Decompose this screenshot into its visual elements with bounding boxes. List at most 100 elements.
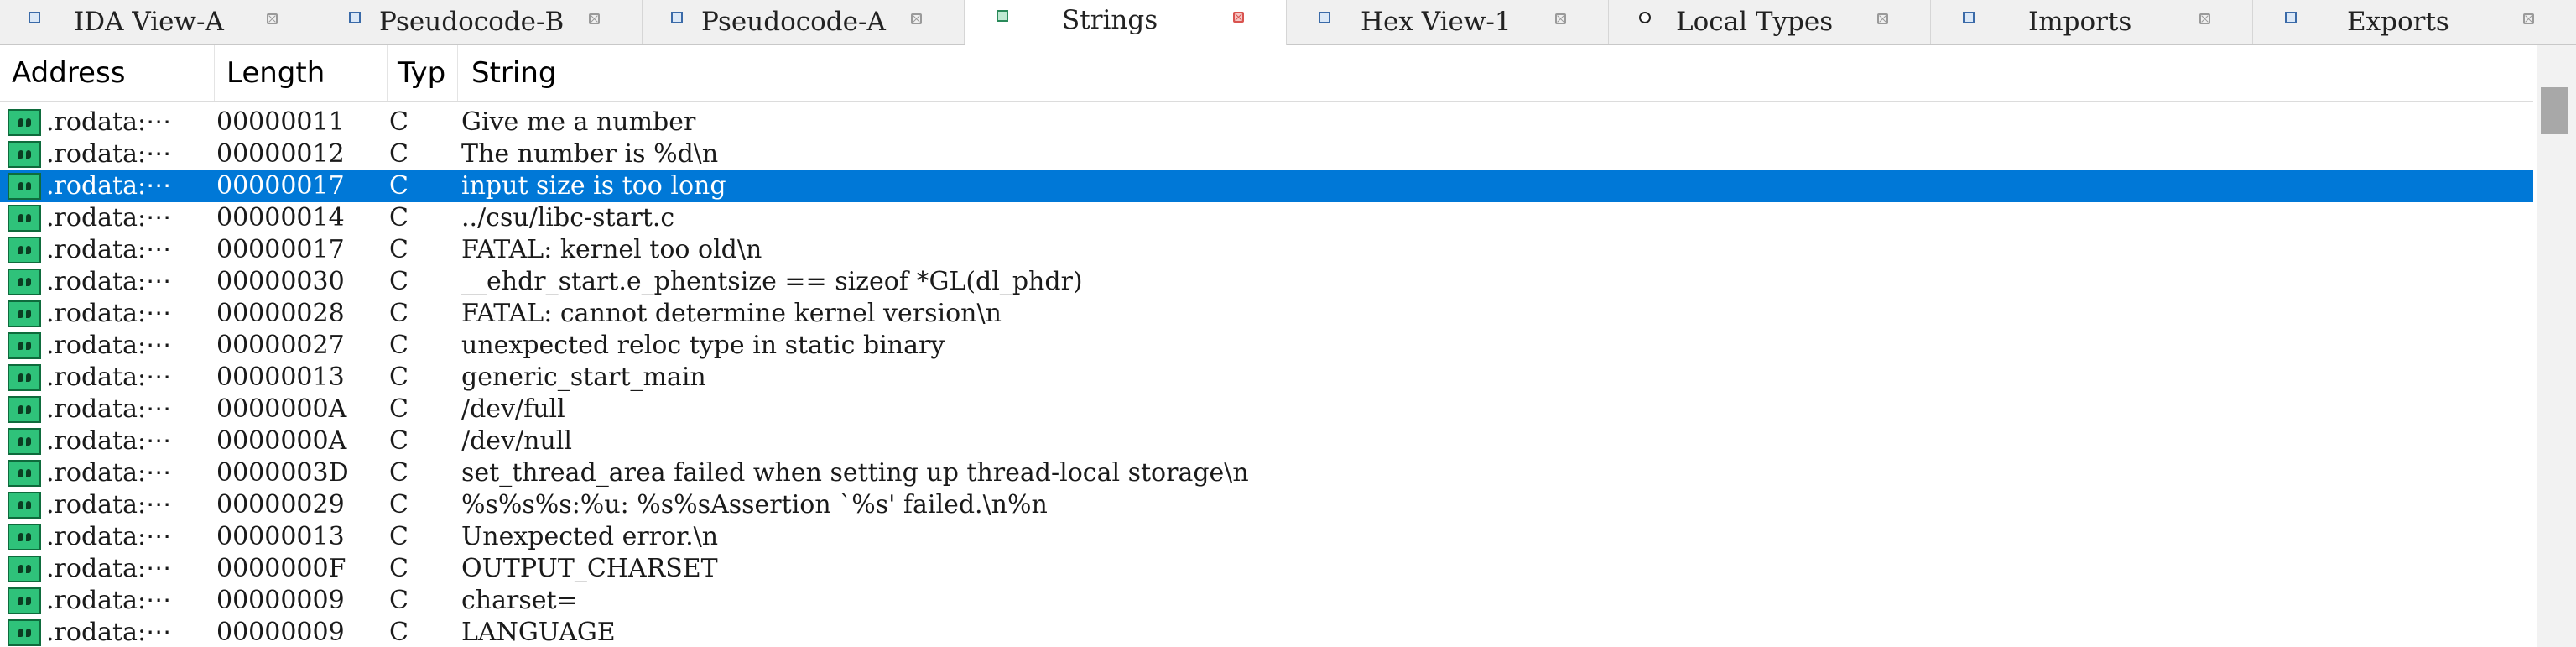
table-row[interactable]: .rodata:⋯ 00000013 C Unexpected error.\n	[0, 521, 2533, 553]
address-cell: .rodata:⋯	[46, 203, 172, 232]
tab-bar: IDA View-A Pseudocode-B Pseudocode-A Str…	[0, 0, 2576, 45]
imports-icon	[1963, 12, 1975, 23]
string-cell: Unexpected error.\n	[461, 522, 719, 551]
table-row[interactable]: .rodata:⋯ 00000029 C %s%s%s:%u: %s%sAsserti…	[0, 489, 2533, 521]
length-cell: 00000014	[216, 203, 345, 232]
type-cell: C	[389, 426, 409, 456]
tab-label: Strings	[1062, 5, 1158, 35]
type-cell: C	[389, 331, 409, 360]
length-cell: 00000009	[216, 618, 345, 647]
address-cell: .rodata:⋯	[46, 171, 172, 201]
string-literal-icon	[8, 300, 41, 327]
length-cell: 00000012	[216, 139, 345, 169]
column-header-type[interactable]: Typ	[388, 45, 458, 101]
type-cell: C	[389, 363, 409, 392]
address-cell: .rodata:⋯	[46, 267, 172, 296]
type-cell: C	[389, 235, 409, 264]
string-literal-icon	[8, 364, 41, 391]
length-cell: 0000000A	[216, 394, 347, 424]
table-row[interactable]: .rodata:⋯ 00000013 Cgeneric_start_main	[0, 362, 2533, 394]
length-cell: 00000013	[216, 522, 345, 551]
strings-table-header: Address Length Typ String	[0, 45, 2533, 102]
close-icon[interactable]	[1877, 13, 1888, 24]
table-row[interactable]: .rodata:⋯ 0000003D Cset_thread_area failed…	[0, 457, 2533, 489]
close-icon[interactable]	[1555, 13, 1566, 24]
table-row[interactable]: .rodata:⋯ 00000012 C The number is %d\n	[0, 138, 2533, 170]
table-row[interactable]: .rodata:⋯ 00000017 C FATAL: kernel too old\…	[0, 234, 2533, 266]
column-header-length[interactable]: Length	[215, 45, 388, 101]
tab-pseudocode-a[interactable]: Pseudocode-A	[643, 0, 965, 44]
table-row[interactable]: .rodata:⋯ 00000009 Ccharset=	[0, 585, 2533, 617]
string-literal-icon	[8, 524, 41, 550]
string-cell: ../csu/libc-start.c	[461, 203, 675, 232]
length-cell: 0000000F	[216, 554, 346, 583]
table-row[interactable]: .rodata:⋯ 00000014 C ../csu/libc-start.c	[0, 202, 2533, 234]
type-cell: C	[389, 267, 409, 296]
tab-imports[interactable]: Imports	[1931, 0, 2253, 44]
length-cell: 0000003D	[216, 458, 349, 488]
address-cell: .rodata:⋯	[46, 363, 172, 392]
string-cell: OUTPUT_CHARSET	[461, 554, 718, 583]
string-cell: LANGUAGE	[461, 618, 616, 647]
close-icon[interactable]	[2199, 13, 2210, 24]
length-cell: 00000027	[216, 331, 345, 360]
table-row[interactable]: .rodata:⋯ 0000000A C/dev/null	[0, 425, 2533, 457]
type-cell: C	[389, 554, 409, 583]
length-cell: 0000000A	[216, 426, 347, 456]
string-cell: unexpected reloc type in static binary	[461, 331, 945, 360]
address-cell: .rodata:⋯	[46, 586, 172, 615]
address-cell: .rodata:⋯	[46, 426, 172, 456]
string-cell: FATAL: cannot determine kernel version\n	[461, 299, 1002, 328]
table-row[interactable]: .rodata:⋯ 0000000A C/dev/full	[0, 394, 2533, 425]
type-cell: C	[389, 618, 409, 647]
string-literal-icon	[8, 492, 41, 519]
string-literal-icon	[8, 619, 41, 646]
address-cell: .rodata:⋯	[46, 522, 172, 551]
tab-local-types[interactable]: Local Types	[1609, 0, 1931, 44]
tab-label: Hex View-1	[1361, 7, 1512, 37]
tab-pseudocode-b[interactable]: Pseudocode-B	[320, 0, 643, 44]
table-row[interactable]: .rodata:⋯ 0000000F C OUTPUT_CHARSET	[0, 553, 2533, 585]
string-literal-icon	[8, 332, 41, 359]
close-icon[interactable]	[911, 13, 922, 24]
table-row[interactable]: .rodata:⋯ 00000017 Cinput size is too long	[0, 170, 2533, 202]
table-row[interactable]: .rodata:⋯ 00000009 C LANGUAGE	[0, 617, 2533, 647]
column-header-string[interactable]: String	[458, 45, 2533, 101]
string-cell: Give me a number	[461, 107, 696, 137]
tab-strings[interactable]: Strings	[965, 0, 1287, 45]
tab-label: Exports	[2347, 7, 2449, 37]
tab-exports[interactable]: Exports	[2253, 0, 2576, 44]
address-cell: .rodata:⋯	[46, 618, 172, 647]
string-cell: __ehdr_start.e_phentsize == sizeof *GL(d…	[461, 267, 1083, 296]
string-literal-icon	[8, 587, 41, 614]
close-icon[interactable]	[589, 13, 600, 24]
table-row[interactable]: .rodata:⋯ 00000028 C FATAL: cannot determin…	[0, 298, 2533, 330]
strings-icon	[997, 10, 1008, 22]
pseudocode-icon	[671, 12, 683, 23]
length-cell: 00000028	[216, 299, 345, 328]
string-literal-icon	[8, 109, 41, 136]
column-header-address[interactable]: Address	[0, 45, 215, 101]
close-icon[interactable]	[267, 13, 278, 24]
length-cell: 00000009	[216, 586, 345, 615]
table-row[interactable]: .rodata:⋯ 00000011 C Give me a number	[0, 107, 2533, 138]
local-types-icon	[1639, 12, 1651, 23]
string-cell: /dev/full	[461, 394, 565, 424]
tab-label: Pseudocode-A	[701, 7, 886, 37]
type-cell: C	[389, 394, 409, 424]
scrollbar-thumb[interactable]	[2541, 87, 2568, 134]
vertical-scrollbar[interactable]	[2537, 45, 2576, 647]
address-cell: .rodata:⋯	[46, 139, 172, 169]
table-row[interactable]: .rodata:⋯ 00000027 Cunexpected reloc type …	[0, 330, 2533, 362]
table-row[interactable]: .rodata:⋯ 00000030 C __ehdr_start.e_phentsi…	[0, 266, 2533, 298]
tab-ida-view-a[interactable]: IDA View-A	[0, 0, 320, 44]
tab-label: Local Types	[1676, 7, 1834, 37]
string-cell: %s%s%s:%u: %s%sAssertion `%s' failed.\n%…	[461, 490, 1048, 519]
tab-hex-view-1[interactable]: Hex View-1	[1287, 0, 1609, 44]
string-literal-icon	[8, 173, 41, 200]
close-icon[interactable]	[1233, 12, 1244, 23]
close-icon[interactable]	[2523, 13, 2534, 24]
type-cell: C	[389, 458, 409, 488]
type-cell: C	[389, 139, 409, 169]
pseudocode-icon	[349, 12, 361, 23]
